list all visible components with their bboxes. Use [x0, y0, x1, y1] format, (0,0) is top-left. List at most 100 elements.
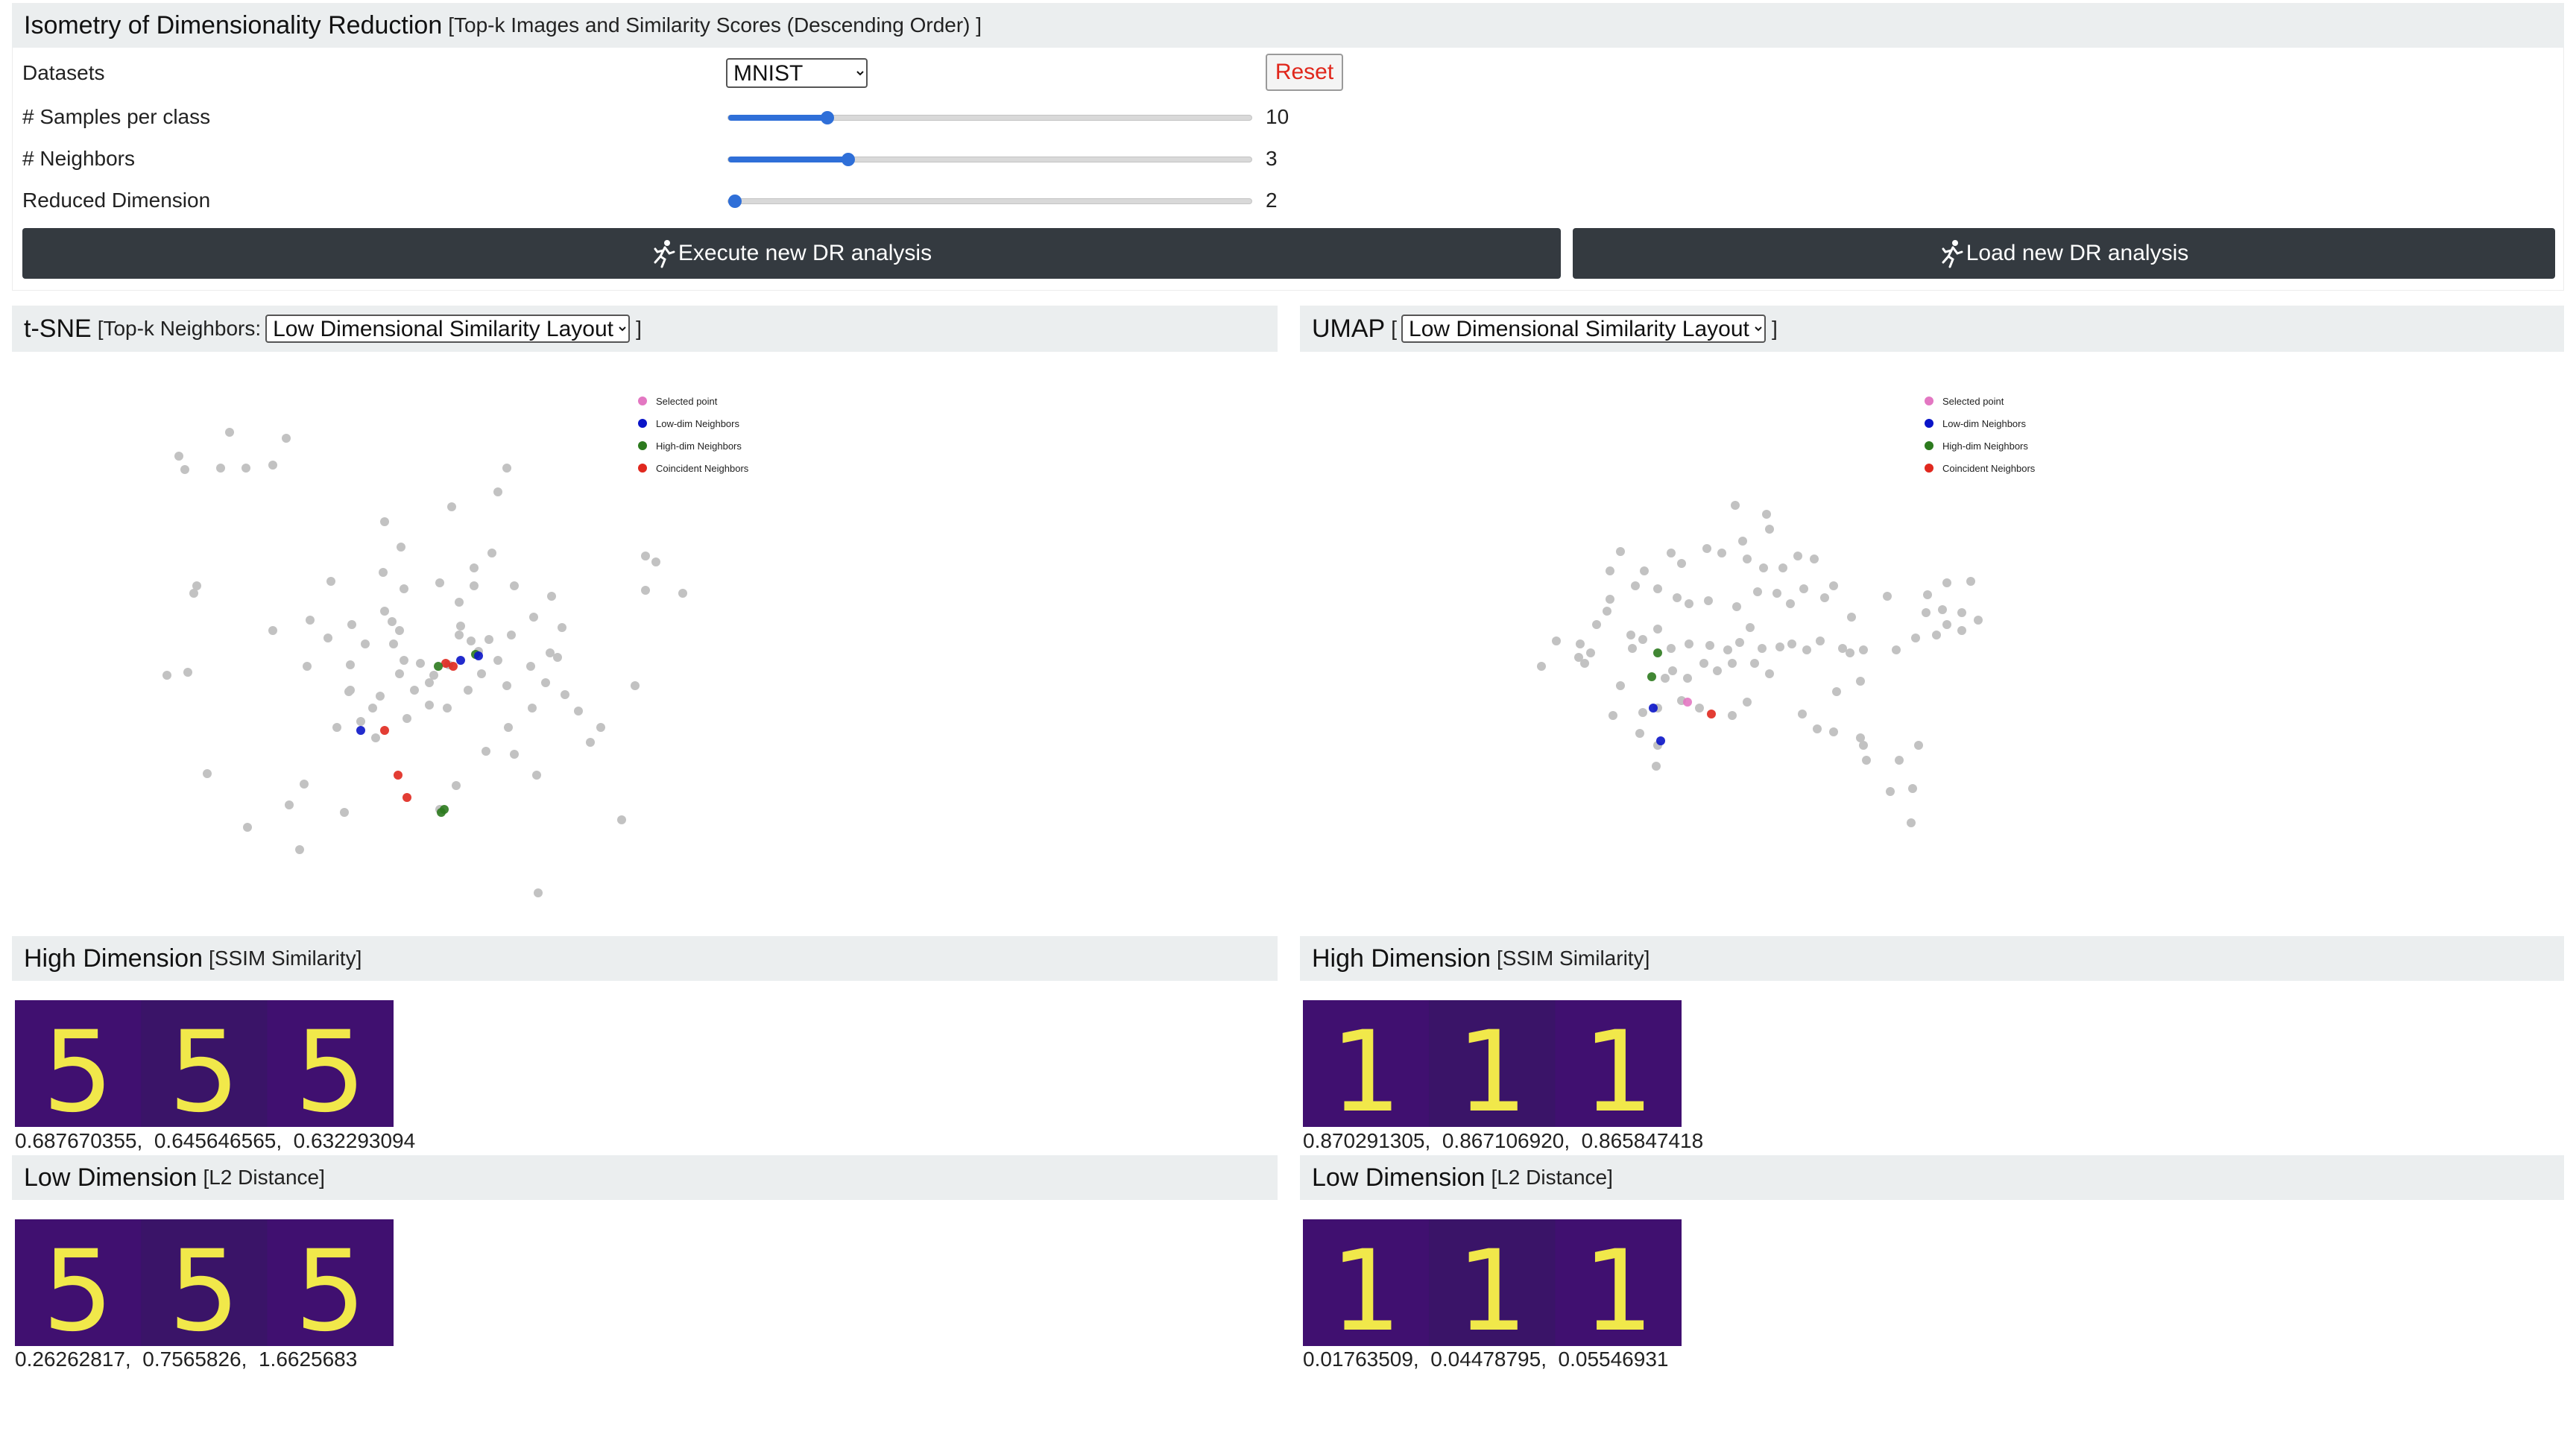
scatter-point[interactable] [416, 659, 425, 668]
scatter-point[interactable] [443, 704, 452, 713]
scatter-point[interactable] [1731, 501, 1740, 510]
scatter-point[interactable] [1786, 599, 1795, 608]
scatter-point[interactable] [547, 592, 556, 601]
scatter-point[interactable] [1685, 599, 1693, 608]
scatter-point[interactable] [1653, 625, 1662, 634]
scatter-point[interactable] [1638, 635, 1647, 644]
scatter-point[interactable] [400, 656, 408, 665]
scatter-point[interactable] [1616, 547, 1625, 556]
reduced-dim-slider-thumb[interactable] [728, 195, 742, 208]
scatter-point[interactable] [379, 568, 388, 577]
scatter-point[interactable] [162, 671, 171, 680]
scatter-point[interactable] [1829, 581, 1838, 590]
scatter-point[interactable] [1667, 549, 1676, 557]
scatter-point[interactable] [1640, 566, 1649, 575]
scatter-point[interactable] [243, 823, 252, 832]
scatter-point[interactable] [493, 656, 502, 665]
scatter-point[interactable] [1609, 711, 1617, 720]
scatter-point[interactable] [332, 723, 341, 732]
scatter-point[interactable] [1606, 595, 1614, 604]
scatter-point[interactable] [380, 607, 389, 616]
scatter-point[interactable] [397, 543, 405, 552]
scatter-point[interactable] [470, 563, 479, 572]
scatter-point[interactable] [242, 464, 250, 473]
scatter-point[interactable] [268, 626, 277, 635]
scatter-point[interactable] [1799, 584, 1808, 593]
scatter-point[interactable] [323, 634, 332, 642]
scatter-point[interactable] [435, 578, 444, 587]
scatter-point[interactable] [553, 653, 562, 662]
scatter-point[interactable] [1717, 549, 1726, 557]
scatter-point[interactable] [1743, 698, 1752, 707]
scatter-point[interactable] [295, 845, 304, 854]
scatter-point[interactable] [1723, 645, 1732, 654]
samples-slider[interactable] [727, 111, 1252, 124]
scatter-point[interactable] [1942, 620, 1951, 629]
scatter-point[interactable] [631, 681, 640, 690]
scatter-point[interactable] [1759, 563, 1768, 572]
scatter-point[interactable] [1753, 587, 1762, 596]
scatter-point[interactable] [1810, 555, 1819, 563]
scatter-point[interactable] [225, 428, 234, 437]
scatter-point[interactable] [400, 584, 408, 593]
highlighted-point[interactable] [356, 726, 365, 735]
highlighted-point[interactable] [1649, 704, 1658, 713]
scatter-point[interactable] [346, 660, 355, 669]
tsne-layout-select[interactable]: Low Dimensional Similarity Layout [265, 315, 631, 343]
scatter-point[interactable] [1923, 590, 1932, 599]
scatter-point[interactable] [1713, 666, 1722, 675]
highlighted-point[interactable] [402, 793, 411, 802]
neighbors-slider[interactable] [727, 153, 1252, 166]
scatter-point[interactable] [1728, 711, 1737, 720]
scatter-point[interactable] [1638, 708, 1647, 717]
scatter-point[interactable] [528, 704, 537, 713]
scatter-point[interactable] [1911, 634, 1920, 642]
scatter-point[interactable] [203, 769, 212, 778]
scatter-point[interactable] [651, 557, 660, 566]
scatter-point[interactable] [1813, 724, 1822, 733]
scatter-point[interactable] [1765, 525, 1774, 534]
scatter-point[interactable] [510, 581, 519, 590]
scatter-point[interactable] [1685, 639, 1693, 648]
scatter-point[interactable] [1705, 641, 1714, 650]
scatter-point[interactable] [504, 723, 513, 732]
scatter-point[interactable] [574, 707, 583, 716]
scatter-point[interactable] [1895, 756, 1904, 765]
scatter-point[interactable] [1732, 602, 1741, 611]
highlighted-point[interactable] [380, 726, 389, 735]
scatter-point[interactable] [1653, 584, 1662, 593]
scatter-point[interactable] [1892, 645, 1901, 654]
scatter-point[interactable] [1922, 608, 1931, 617]
scatter-point[interactable] [1552, 636, 1561, 645]
scatter-point[interactable] [1802, 645, 1811, 654]
scatter-point[interactable] [1798, 710, 1807, 718]
scatter-point[interactable] [526, 662, 535, 671]
scatter-point[interactable] [1829, 727, 1838, 736]
scatter-point[interactable] [1628, 644, 1637, 653]
scatter-point[interactable] [380, 517, 389, 526]
dataset-select[interactable]: MNIST [726, 58, 868, 88]
highlighted-point[interactable] [1656, 736, 1665, 745]
highlighted-point[interactable] [440, 805, 449, 814]
scatter-point[interactable] [1772, 589, 1781, 598]
scatter-point[interactable] [1787, 639, 1796, 648]
scatter-point[interactable] [484, 635, 493, 644]
scatter-point[interactable] [1856, 677, 1865, 686]
scatter-point[interactable] [1859, 645, 1868, 654]
scatter-point[interactable] [452, 781, 461, 790]
scatter-point[interactable] [1832, 687, 1841, 696]
scatter-point[interactable] [1537, 662, 1546, 671]
scatter-point[interactable] [189, 589, 198, 598]
scatter-point[interactable] [268, 461, 277, 470]
scatter-point[interactable] [1932, 631, 1941, 639]
scatter-point[interactable] [534, 888, 543, 897]
scatter-point[interactable] [455, 631, 464, 639]
scatter-point[interactable] [371, 733, 380, 742]
scatter-point[interactable] [1762, 510, 1771, 519]
highlighted-point[interactable] [394, 771, 402, 780]
scatter-point[interactable] [1683, 674, 1692, 683]
scatter-point[interactable] [389, 639, 398, 648]
scatter-point[interactable] [340, 808, 349, 817]
scatter-point[interactable] [180, 465, 189, 474]
scatter-point[interactable] [1728, 659, 1737, 668]
